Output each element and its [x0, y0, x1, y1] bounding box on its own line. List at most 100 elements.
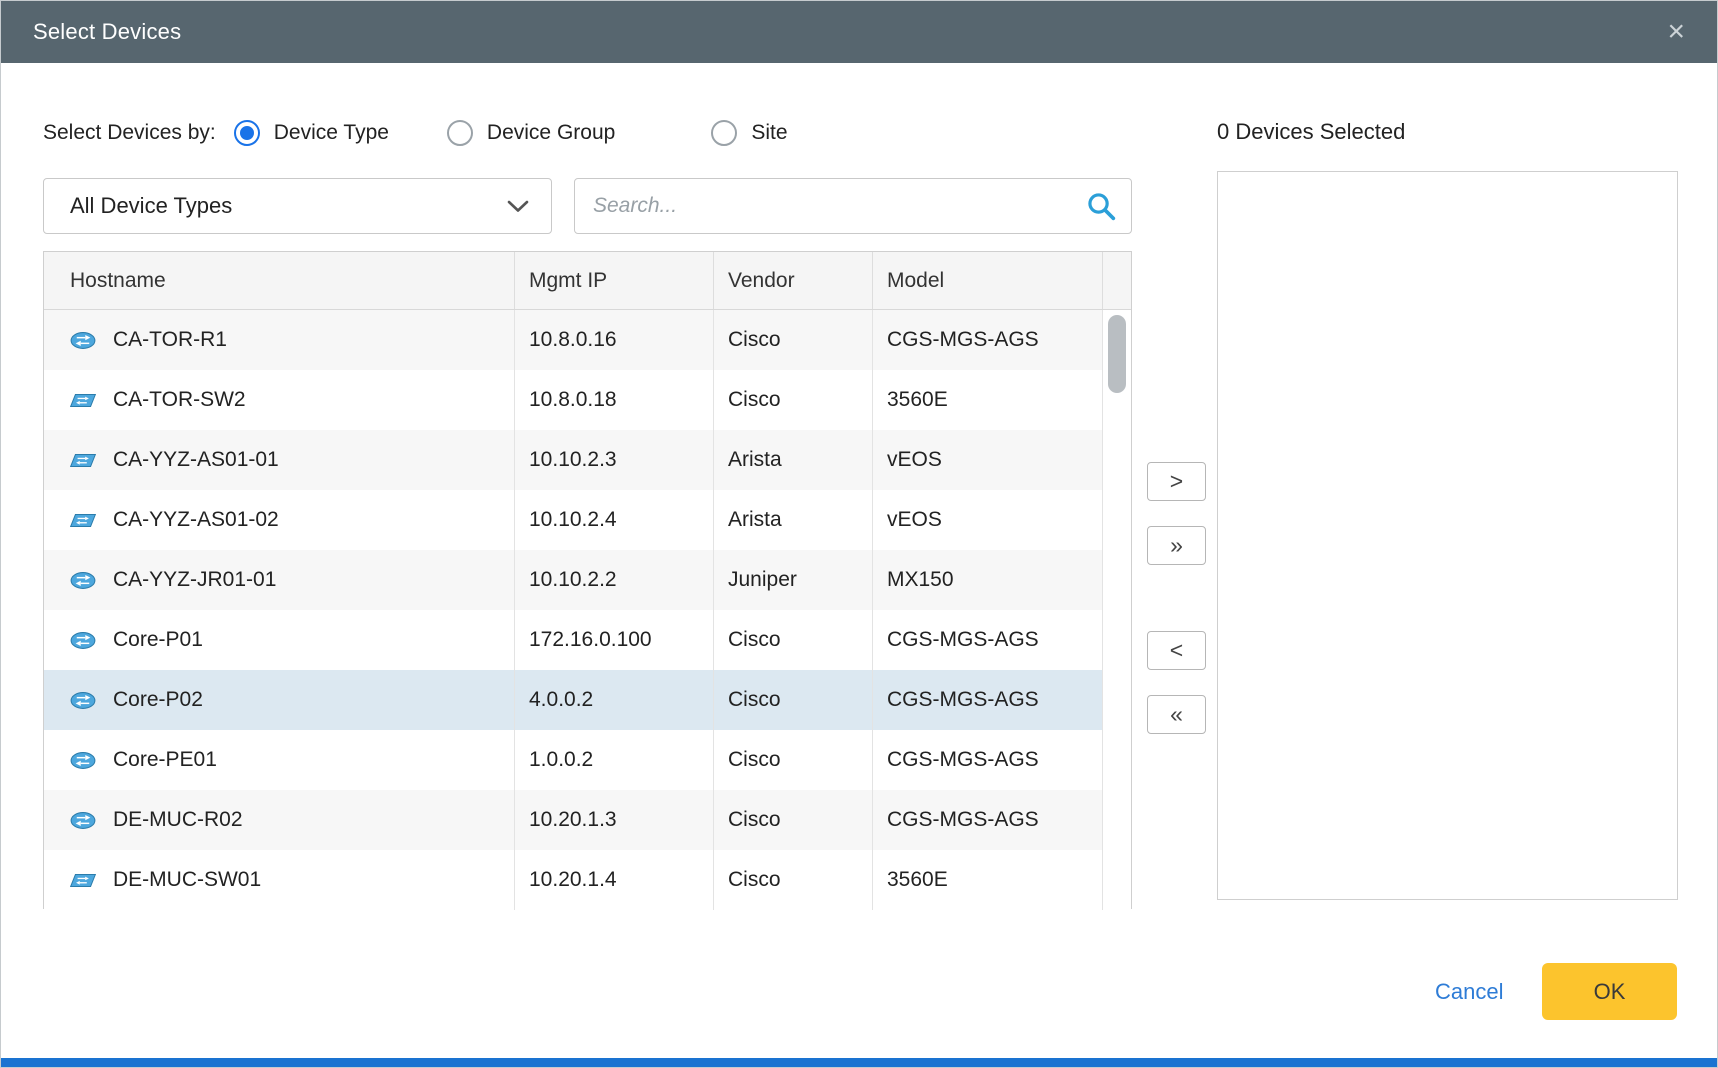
hostname-cell: DE-MUC-SW01 [44, 850, 515, 910]
model-cell: CGS-MGS-AGS [873, 790, 1103, 850]
hostname-cell: CA-TOR-SW2 [44, 370, 515, 430]
vendor-cell: Cisco [714, 670, 873, 730]
hostname-text: CA-TOR-R1 [113, 328, 227, 352]
vendor-cell: Arista [714, 490, 873, 550]
switch-icon [70, 873, 98, 888]
bottom-accent-bar [1, 1058, 1717, 1067]
radio-icon [447, 120, 473, 146]
vendor-cell: Arista [714, 430, 873, 490]
hostname-cell: CA-YYZ-AS01-01 [44, 430, 515, 490]
model-cell: CGS-MGS-AGS [873, 670, 1103, 730]
model-cell: 3560E [873, 850, 1103, 910]
radio-icon [711, 120, 737, 146]
close-icon[interactable]: × [1659, 1, 1693, 63]
hostname-cell: Core-P01 [44, 610, 515, 670]
chevron-down-icon [507, 200, 529, 213]
dialog-title: Select Devices [33, 19, 181, 45]
mgmt-ip-cell: 10.8.0.16 [515, 310, 714, 370]
hostname-text: DE-MUC-SW01 [113, 868, 261, 892]
hostname-text: Core-PE01 [113, 748, 217, 772]
mgmt-ip-cell: 10.8.0.18 [515, 370, 714, 430]
router-icon [70, 572, 98, 589]
filter-row: Select Devices by: Device Type Device Gr… [43, 111, 788, 155]
hostname-text: CA-YYZ-JR01-01 [113, 568, 276, 592]
radio-label: Site [751, 121, 787, 145]
dialog-titlebar: Select Devices [1, 1, 1717, 63]
vendor-cell: Cisco [714, 370, 873, 430]
hostname-text: Core-P02 [113, 688, 203, 712]
device-table-header: Hostname Mgmt IP Vendor Model [44, 252, 1131, 310]
mgmt-ip-cell: 4.0.0.2 [515, 670, 714, 730]
device-table-body: CA-TOR-R1 10.8.0.16 Cisco CGS-MGS-AGS [44, 310, 1131, 910]
radio-device-group[interactable]: Device Group [447, 120, 615, 146]
vendor-cell: Cisco [714, 790, 873, 850]
hostname-text: DE-MUC-R02 [113, 808, 243, 832]
table-row[interactable]: Core-P02 4.0.0.2 Cisco CGS-MGS-AGS [44, 670, 1131, 730]
table-scrollbar[interactable] [1102, 310, 1131, 908]
model-cell: CGS-MGS-AGS [873, 730, 1103, 790]
mgmt-ip-cell: 1.0.0.2 [515, 730, 714, 790]
hostname-text: CA-YYZ-AS01-01 [113, 448, 279, 472]
switch-icon [70, 453, 98, 468]
table-row[interactable]: CA-YYZ-JR01-01 10.10.2.2 Juniper MX150 [44, 550, 1131, 610]
radio-device-type[interactable]: Device Type [234, 120, 389, 146]
table-row[interactable]: DE-MUC-R02 10.20.1.3 Cisco CGS-MGS-AGS [44, 790, 1131, 850]
mgmt-ip-cell: 172.16.0.100 [515, 610, 714, 670]
search-icon[interactable] [1085, 190, 1117, 222]
table-row[interactable]: CA-TOR-R1 10.8.0.16 Cisco CGS-MGS-AGS [44, 310, 1131, 370]
select-devices-dialog: Select Devices × Select Devices by: Devi… [0, 0, 1718, 1068]
column-header-model: Model [873, 252, 1103, 309]
move-right-button[interactable]: > [1147, 462, 1206, 501]
model-cell: vEOS [873, 490, 1103, 550]
move-all-left-button[interactable]: « [1147, 695, 1206, 734]
router-icon [70, 632, 98, 649]
vendor-cell: Cisco [714, 310, 873, 370]
model-cell: vEOS [873, 430, 1103, 490]
model-cell: MX150 [873, 550, 1103, 610]
select-devices-by-label: Select Devices by: [43, 121, 216, 145]
mgmt-ip-cell: 10.20.1.4 [515, 850, 714, 910]
radio-icon [234, 120, 260, 146]
scrollbar-thumb[interactable] [1108, 315, 1126, 393]
hostname-cell: CA-YYZ-JR01-01 [44, 550, 515, 610]
device-type-select[interactable]: All Device Types [43, 178, 552, 234]
search-box [574, 178, 1132, 234]
hostname-cell: CA-TOR-R1 [44, 310, 515, 370]
cancel-button[interactable]: Cancel [1435, 979, 1503, 1005]
device-table: Hostname Mgmt IP Vendor Model [43, 251, 1132, 909]
hostname-cell: Core-PE01 [44, 730, 515, 790]
model-cell: CGS-MGS-AGS [873, 310, 1103, 370]
radio-site[interactable]: Site [711, 120, 787, 146]
router-icon [70, 692, 98, 709]
table-row[interactable]: Core-P01 172.16.0.100 Cisco CGS-MGS-AGS [44, 610, 1131, 670]
table-row[interactable]: CA-YYZ-AS01-02 10.10.2.4 Arista vEOS [44, 490, 1131, 550]
ok-button[interactable]: OK [1542, 963, 1677, 1020]
column-header-gutter [1103, 252, 1131, 309]
table-row[interactable]: CA-TOR-SW2 10.8.0.18 Cisco 3560E [44, 370, 1131, 430]
switch-icon [70, 393, 98, 408]
table-row[interactable]: DE-MUC-SW01 10.20.1.4 Cisco 3560E [44, 850, 1131, 910]
table-row[interactable]: CA-YYZ-AS01-01 10.10.2.3 Arista vEOS [44, 430, 1131, 490]
model-cell: 3560E [873, 370, 1103, 430]
hostname-text: Core-P01 [113, 628, 203, 652]
vendor-cell: Cisco [714, 610, 873, 670]
table-row[interactable]: Core-PE01 1.0.0.2 Cisco CGS-MGS-AGS [44, 730, 1131, 790]
device-type-select-value: All Device Types [70, 193, 232, 219]
search-input[interactable] [575, 179, 1085, 233]
selected-devices-list [1217, 171, 1678, 900]
mgmt-ip-cell: 10.10.2.4 [515, 490, 714, 550]
move-left-button[interactable]: < [1147, 631, 1206, 670]
column-header-vendor: Vendor [714, 252, 873, 309]
router-icon [70, 812, 98, 829]
mgmt-ip-cell: 10.10.2.3 [515, 430, 714, 490]
router-icon [70, 752, 98, 769]
column-header-hostname: Hostname [44, 252, 515, 309]
hostname-text: CA-TOR-SW2 [113, 388, 246, 412]
model-cell: CGS-MGS-AGS [873, 610, 1103, 670]
selected-count-label: 0 Devices Selected [1217, 119, 1405, 145]
column-header-mgmt-ip: Mgmt IP [515, 252, 714, 309]
vendor-cell: Juniper [714, 550, 873, 610]
hostname-cell: Core-P02 [44, 670, 515, 730]
move-all-right-button[interactable]: » [1147, 526, 1206, 565]
radio-label: Device Type [274, 121, 389, 145]
